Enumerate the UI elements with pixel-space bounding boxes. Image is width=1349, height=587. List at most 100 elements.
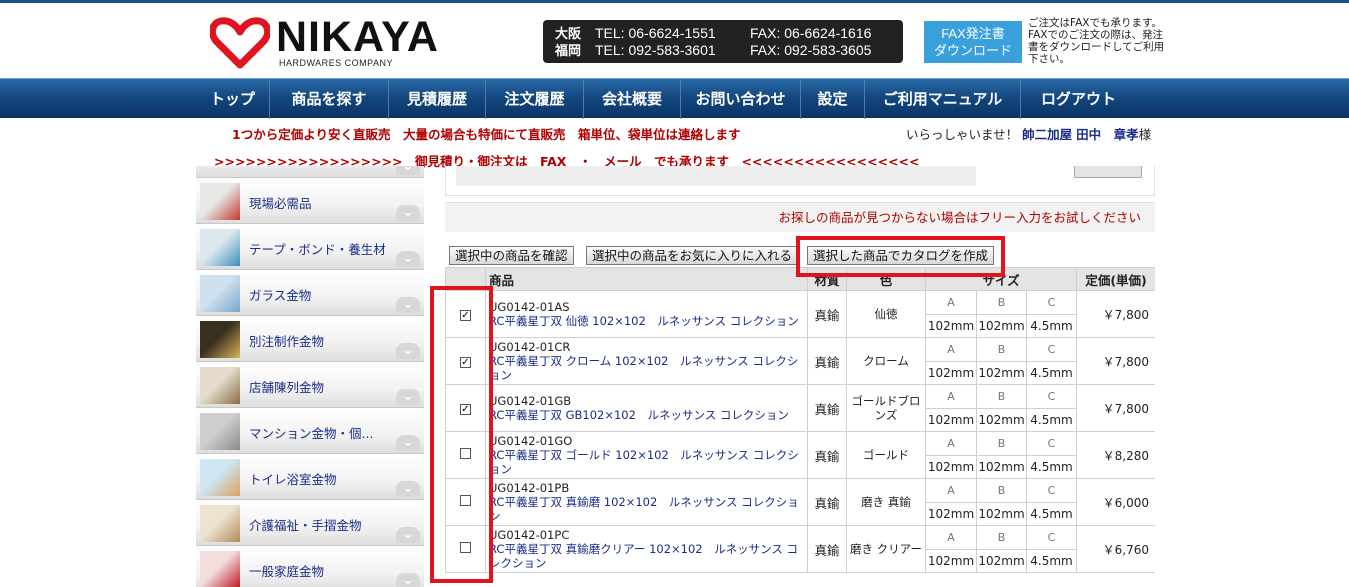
- nav-contact[interactable]: お問い合わせ: [681, 79, 801, 119]
- size-value-b: 102mm: [976, 502, 1027, 526]
- header-product: 商品: [485, 267, 808, 291]
- product-cell: UG0142-01GO RC平義星丁双 ゴールド 102×102 ルネッサンス コ…: [485, 431, 808, 479]
- size-value-c: 4.5mm: [1025, 314, 1078, 338]
- product-title-link[interactable]: RC平義星丁双 真鍮磨 102×102 ルネッサンス コレクション: [489, 495, 807, 523]
- welcome-message: いらっしゃいませ！ 帥二加屋 田中 章孝様: [906, 124, 1151, 143]
- product-code: UG0142-01GB: [489, 394, 572, 408]
- category-label[interactable]: 現場必需品: [249, 193, 312, 212]
- category-item[interactable]: テープ・ボンド・養生材 ⌄: [196, 225, 424, 270]
- chevron-down-icon[interactable]: ⌄: [396, 343, 420, 359]
- store-display-icon: [200, 367, 240, 404]
- free-input-hint[interactable]: お探しの商品が見つからない場合はフリー入力をお試しください: [445, 202, 1155, 232]
- nav-order-history[interactable]: 注文履歴: [486, 79, 584, 119]
- size-value-b: 102mm: [976, 361, 1027, 385]
- category-label[interactable]: 店舗陳列金物: [249, 377, 324, 396]
- table-row: ✓ UG0142-01CR RC平義星丁双 クローム 102×102 ルネッサンス …: [445, 337, 1155, 385]
- chevron-down-icon[interactable]: ⌄: [396, 297, 420, 313]
- category-label[interactable]: ガラス金物: [249, 285, 311, 304]
- nav-company[interactable]: 会社概要: [584, 79, 681, 119]
- chevron-down-icon[interactable]: ⌄: [396, 481, 420, 497]
- chevron-down-icon[interactable]: ⌄: [396, 251, 420, 267]
- contact-city: 福岡: [555, 43, 582, 58]
- product-cell: UG0142-01PB RC平義星丁双 真鍮磨 102×102 ルネッサンス コレ…: [485, 478, 808, 526]
- category-label[interactable]: テープ・ボンド・養生材: [249, 239, 386, 258]
- category-item[interactable]: ガラス金物 ⌄: [196, 271, 424, 316]
- nav-search-products[interactable]: 商品を探す: [270, 79, 389, 119]
- nav-top[interactable]: トップ: [196, 79, 270, 119]
- product-title-link[interactable]: RC平義星丁双 真鍮磨クリアー 102×102 ルネッサンス コレクション: [489, 542, 807, 570]
- size-label-b: B: [976, 478, 1027, 503]
- category-label[interactable]: 介護福祉・手摺金物: [249, 515, 362, 534]
- category-label[interactable]: トイレ浴室金物: [249, 469, 337, 488]
- category-item[interactable]: 現場必需品 ⌄: [196, 179, 424, 224]
- material-cell: 真鍮: [807, 290, 847, 338]
- chevron-down-icon[interactable]: ⌄: [396, 573, 420, 587]
- fax-order-download-button[interactable]: FAX発注書 ダウンロード: [924, 21, 1022, 63]
- product-table: 商品 材質 色 サイズ 定価(単価) ✓ UG0142-01AS RC平義星丁双 仙…: [445, 267, 1155, 573]
- category-item[interactable]: 介護福祉・手摺金物 ⌄: [196, 501, 424, 546]
- color-cell: 仙徳: [846, 290, 926, 338]
- contact-box: 大阪 TEL: 06-6624-1551 FAX: 06-6624-1616 福岡 T…: [543, 20, 903, 63]
- category-item[interactable]: ⌄: [196, 166, 424, 178]
- nav-quote-history[interactable]: 見積履歴: [389, 79, 486, 119]
- category-sidebar: ⌄ 現場必需品 ⌄ テープ・ボンド・養生材 ⌄ ガラス金物 ⌄ 別注制作金物 ⌄ 店舗陳列金物 ⌄ マ…: [196, 166, 424, 587]
- product-title-link[interactable]: RC平義星丁双 クローム 102×102 ルネッサンス コレクション: [489, 354, 807, 382]
- product-code: UG0142-01PB: [489, 481, 570, 495]
- chevron-down-icon[interactable]: ⌄: [396, 166, 420, 175]
- size-label-b: B: [976, 431, 1027, 456]
- size-label-b: B: [976, 384, 1027, 409]
- size-label-a: A: [925, 525, 977, 550]
- table-row: UG0142-01PB RC平義星丁双 真鍮磨 102×102 ルネッサンス コレ…: [445, 478, 1155, 526]
- size-label-c: C: [1025, 290, 1078, 315]
- welcome-prefix: いらっしゃいませ！: [906, 127, 1019, 142]
- price-cell: ￥7,800: [1076, 290, 1155, 338]
- size-label-a: A: [925, 431, 977, 456]
- highlight-checkbox-column: [430, 286, 493, 583]
- material-cell: 真鍮: [807, 525, 847, 573]
- category-item[interactable]: マンション金物・個... ⌄: [196, 409, 424, 454]
- size-label-b: B: [976, 290, 1027, 315]
- nav-settings[interactable]: 設定: [801, 79, 865, 119]
- sort-button[interactable]: [1074, 166, 1142, 178]
- price-cell: ￥6,000: [1076, 478, 1155, 526]
- color-cell: 磨き 真鍮: [846, 478, 926, 526]
- mailbox-icon: [200, 413, 240, 450]
- chevron-down-icon[interactable]: ⌄: [396, 527, 420, 543]
- chevron-down-icon[interactable]: ⌄: [396, 435, 420, 451]
- heart-logo-icon[interactable]: [210, 17, 270, 69]
- add-to-favorites-button[interactable]: 選択中の商品をお気に入りに入れる: [586, 246, 799, 265]
- size-value-a: 102mm: [925, 502, 977, 526]
- price-cell: ￥8,280: [1076, 431, 1155, 479]
- category-item[interactable]: 一般家庭金物 ⌄: [196, 547, 424, 587]
- category-label[interactable]: 一般家庭金物: [249, 561, 324, 580]
- nav-manual[interactable]: ご利用マニュアル: [865, 79, 1021, 119]
- contact-fax: FAX: 06-6624-1616: [750, 25, 872, 41]
- category-item[interactable]: 店舗陳列金物 ⌄: [196, 363, 424, 408]
- chevron-down-icon[interactable]: ⌄: [396, 389, 420, 405]
- material-cell: 真鍮: [807, 337, 847, 385]
- product-code: UG0142-01GO: [489, 434, 573, 448]
- category-item[interactable]: トイレ浴室金物 ⌄: [196, 455, 424, 500]
- size-value-b: 102mm: [976, 314, 1027, 338]
- product-title-link[interactable]: RC平義星丁双 ゴールド 102×102 ルネッサンス コレクション: [489, 448, 807, 476]
- table-row: UG0142-01PC RC平義星丁双 真鍮磨クリアー 102×102 ルネッサン…: [445, 525, 1155, 573]
- nav-logout[interactable]: ログアウト: [1021, 79, 1136, 119]
- price-cell: ￥7,800: [1076, 337, 1155, 385]
- size-label-c: C: [1025, 384, 1078, 409]
- category-item[interactable]: 別注制作金物 ⌄: [196, 317, 424, 362]
- product-title-link[interactable]: RC平義星丁双 仙徳 102×102 ルネッサンス コレクション: [489, 314, 807, 328]
- sort-select[interactable]: [456, 166, 976, 186]
- category-label[interactable]: 別注制作金物: [249, 331, 324, 350]
- contact-row-fukuoka: 福岡 TEL: 092-583-3601 FAX: 092-583-3605: [555, 41, 871, 59]
- color-cell: クローム: [846, 337, 926, 385]
- chevron-down-icon[interactable]: ⌄: [396, 205, 420, 221]
- confirm-selected-button[interactable]: 選択中の商品を確認: [449, 246, 574, 265]
- category-label[interactable]: マンション金物・個...: [249, 423, 373, 442]
- brand-name[interactable]: NIKAYA: [276, 13, 439, 61]
- price-cell: ￥6,760: [1076, 525, 1155, 573]
- contact-fax: FAX: 092-583-3605: [750, 42, 872, 58]
- contact-tel: TEL: 06-6624-1551: [595, 25, 716, 41]
- product-title-link[interactable]: RC平義星丁双 GB102×102 ルネッサンス コレクション: [489, 408, 807, 422]
- tape-icon: [200, 229, 240, 266]
- welcome-suffix: 様: [1138, 127, 1152, 142]
